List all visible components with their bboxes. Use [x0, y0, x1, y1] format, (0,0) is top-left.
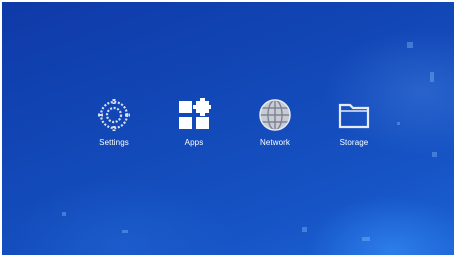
home-menu: Settings Apps Network Storage	[2, 98, 454, 158]
apps-grid-icon	[179, 98, 211, 129]
menu-item-label: Apps	[184, 138, 204, 147]
globe-icon	[259, 99, 291, 131]
menu-item-storage[interactable]: Storage	[319, 98, 389, 154]
background-speck	[430, 72, 434, 82]
folder-icon	[338, 103, 370, 129]
menu-item-network[interactable]: Network	[240, 98, 310, 154]
background-speck	[302, 227, 307, 232]
menu-item-label: Settings	[99, 138, 129, 147]
menu-item-apps[interactable]: Apps	[159, 98, 229, 154]
menu-item-label: Storage	[339, 138, 369, 147]
background-speck	[122, 230, 128, 233]
menu-item-label: Network	[259, 138, 291, 147]
home-screen: Settings Apps Network Storage	[2, 2, 454, 255]
menu-item-settings[interactable]: Settings	[79, 98, 149, 154]
background-speck	[407, 42, 413, 48]
background-speck	[62, 212, 66, 216]
gear-icon	[98, 99, 130, 131]
background-speck	[362, 237, 370, 241]
